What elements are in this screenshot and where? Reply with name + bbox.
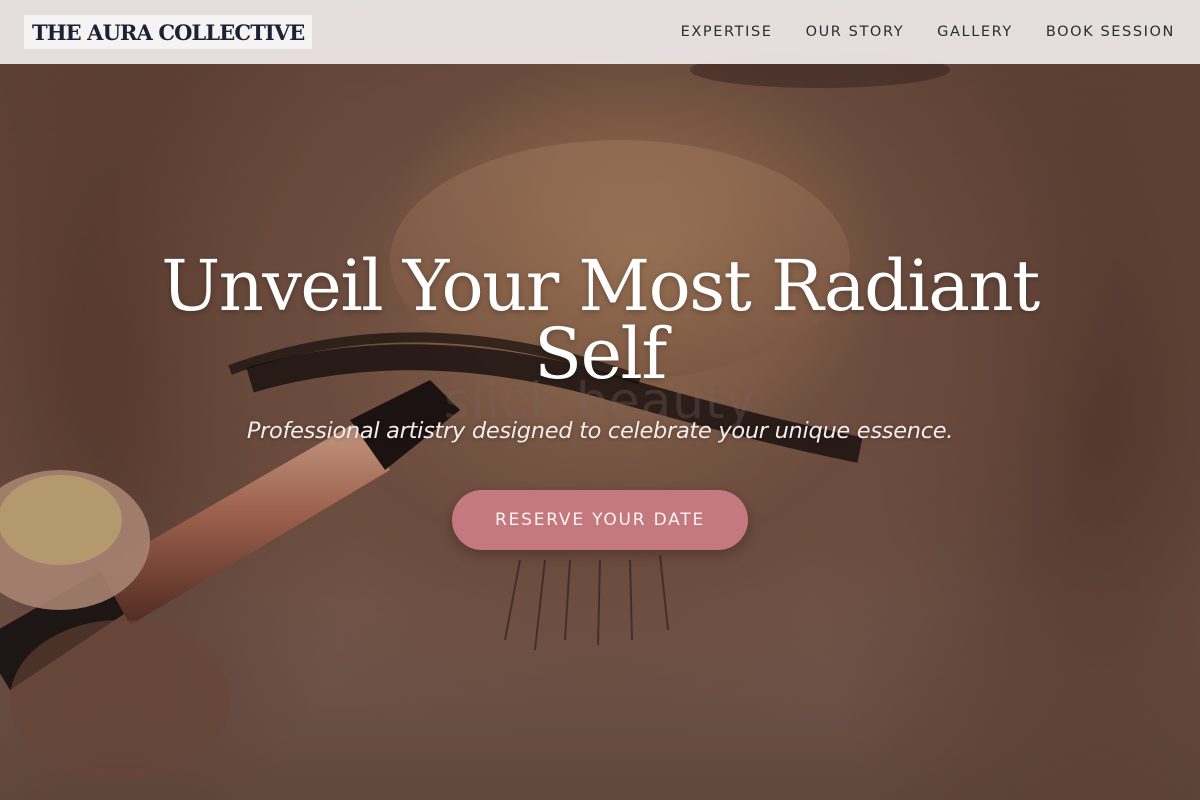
hero-subtitle: Professional artistry designed to celebr…	[246, 418, 954, 444]
site-header: THE AURA COLLECTIVE EXPERTISE OUR STORY …	[0, 0, 1200, 64]
nav-link-gallery[interactable]: GALLERY	[937, 24, 1013, 40]
brand-logo[interactable]: THE AURA COLLECTIVE	[24, 15, 313, 49]
nav-link-our-story[interactable]: OUR STORY	[806, 24, 905, 40]
hero-title: Unveil Your Most Radiant Self	[161, 245, 1040, 395]
nav-link-book-session[interactable]: BOOK SESSION	[1046, 24, 1175, 40]
main-navigation: EXPERTISE OUR STORY GALLERY BOOK SESSION	[681, 24, 1176, 40]
reserve-date-button[interactable]: RESERVE YOUR DATE	[452, 490, 748, 550]
nav-link-expertise[interactable]: EXPERTISE	[681, 24, 773, 40]
